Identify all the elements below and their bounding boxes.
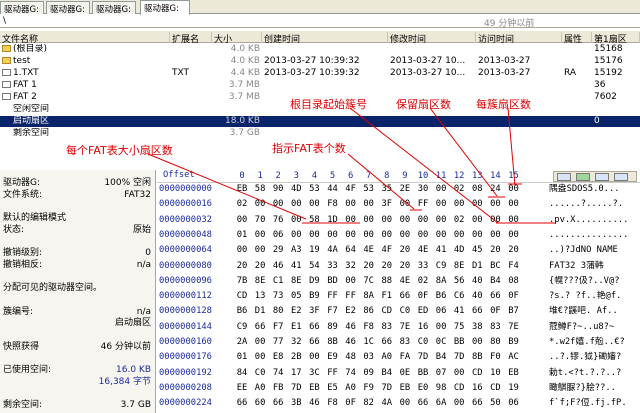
- tab-label: 驱动器G:: [144, 4, 179, 14]
- tab-drive-g-active[interactable]: 驱动器G:: [140, 0, 190, 15]
- sectors-per-cluster-arrow: [507, 107, 516, 187]
- fat-size-arrow: [147, 153, 307, 220]
- num-fats-arrow: [347, 153, 415, 210]
- reserved-sectors-arrow: [429, 107, 498, 197]
- root-cluster-arrow: [349, 107, 499, 224]
- annotation-arrows: [147, 107, 555, 224]
